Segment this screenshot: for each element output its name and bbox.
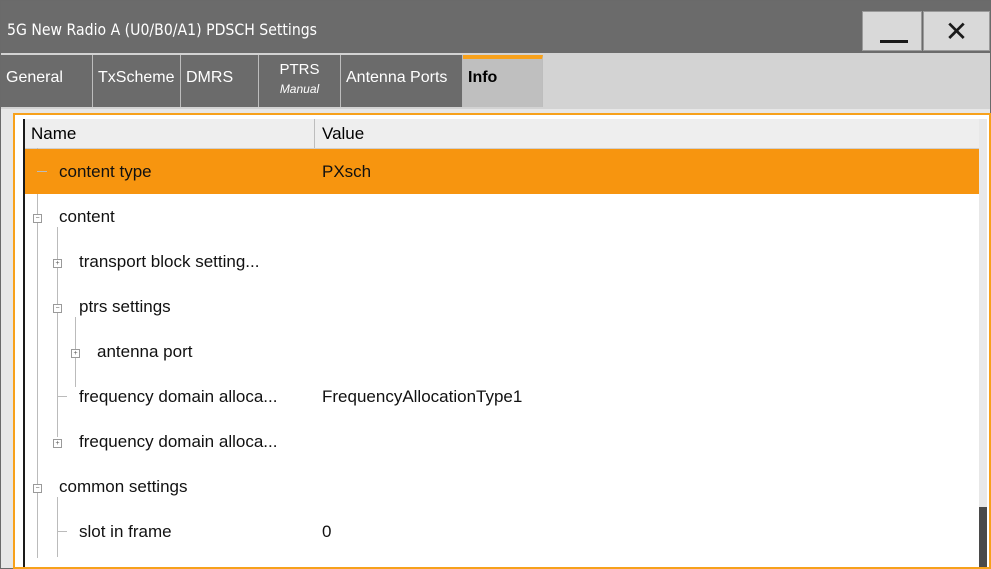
tab-label: PTRS bbox=[279, 61, 320, 78]
row-name: ptrs settings bbox=[79, 297, 171, 316]
row-name: antenna port bbox=[97, 342, 193, 361]
info-tree: Name Value content type PXsch − content bbox=[23, 119, 979, 567]
collapse-icon[interactable]: − bbox=[33, 214, 42, 223]
minimize-icon bbox=[880, 40, 908, 43]
close-button[interactable]: ✕ bbox=[923, 11, 990, 51]
column-header-value[interactable]: Value bbox=[322, 124, 364, 144]
tab-antenna-ports[interactable]: Antenna Ports bbox=[341, 55, 463, 107]
tree-connector bbox=[57, 531, 67, 532]
tree-row-common-settings[interactable]: − common settings bbox=[25, 464, 979, 509]
tree-row-antenna-port[interactable]: + antenna port bbox=[25, 329, 979, 374]
tree-row-content-type[interactable]: content type PXsch bbox=[25, 149, 979, 194]
tree-row-frequency-domain-allocation-type[interactable]: frequency domain alloca... FrequencyAllo… bbox=[25, 374, 979, 419]
tab-dmrs[interactable]: DMRS bbox=[181, 55, 259, 107]
tab-info[interactable]: Info bbox=[463, 55, 543, 107]
tree-row-content[interactable]: − content bbox=[25, 194, 979, 239]
collapse-icon[interactable]: − bbox=[53, 304, 62, 313]
tree-row-ptrs-settings[interactable]: − ptrs settings bbox=[25, 284, 979, 329]
tab-label: Info bbox=[468, 69, 498, 86]
tab-txscheme[interactable]: TxScheme bbox=[93, 55, 181, 107]
row-name: transport block setting... bbox=[79, 252, 260, 271]
tab-label: TxScheme bbox=[98, 69, 175, 86]
column-header-name[interactable]: Name bbox=[31, 124, 76, 144]
scrollbar-thumb[interactable] bbox=[979, 507, 987, 567]
vertical-scrollbar[interactable] bbox=[979, 119, 987, 567]
expand-icon[interactable]: + bbox=[53, 259, 62, 268]
minimize-button[interactable] bbox=[862, 11, 922, 51]
expand-icon[interactable]: + bbox=[71, 349, 80, 358]
row-name: frequency domain alloca... bbox=[79, 387, 278, 406]
row-value: PXsch bbox=[322, 162, 372, 181]
tab-label: DMRS bbox=[186, 69, 234, 86]
tab-label: General bbox=[6, 69, 63, 86]
info-panel: Name Value content type PXsch − content bbox=[13, 113, 991, 569]
tab-sublabel: Manual bbox=[279, 82, 320, 96]
pdsch-settings-window: 5G New Radio A (U0/B0/A1) PDSCH Settings… bbox=[0, 0, 991, 569]
row-name: content bbox=[59, 207, 115, 226]
expand-icon[interactable]: + bbox=[53, 439, 62, 448]
row-name: common settings bbox=[59, 477, 188, 496]
tree-row-transport-block-settings[interactable]: + transport block setting... bbox=[25, 239, 979, 284]
tab-label: Antenna Ports bbox=[346, 69, 448, 86]
tab-bar: General TxScheme DMRS PTRS Manual Antenn… bbox=[1, 53, 990, 109]
close-icon: ✕ bbox=[944, 15, 969, 48]
tree-header: Name Value bbox=[25, 119, 979, 149]
tree-connector bbox=[57, 396, 67, 397]
tree-row-slot-in-frame[interactable]: slot in frame 0 bbox=[25, 509, 979, 554]
column-divider[interactable] bbox=[314, 119, 315, 148]
row-name: frequency domain alloca... bbox=[79, 432, 278, 451]
tree-row-frequency-domain-allocation[interactable]: + frequency domain alloca... bbox=[25, 419, 979, 464]
row-name: slot in frame bbox=[79, 522, 172, 541]
row-name: content type bbox=[59, 162, 152, 181]
row-value: FrequencyAllocationType1 bbox=[322, 387, 523, 406]
window-title: 5G New Radio A (U0/B0/A1) PDSCH Settings bbox=[7, 20, 318, 39]
title-bar: 5G New Radio A (U0/B0/A1) PDSCH Settings… bbox=[1, 1, 990, 53]
collapse-icon[interactable]: − bbox=[33, 484, 42, 493]
row-value: 0 bbox=[322, 522, 332, 541]
tree-connector bbox=[37, 171, 47, 172]
tab-general[interactable]: General bbox=[1, 55, 93, 107]
tab-ptrs[interactable]: PTRS Manual bbox=[259, 55, 341, 107]
